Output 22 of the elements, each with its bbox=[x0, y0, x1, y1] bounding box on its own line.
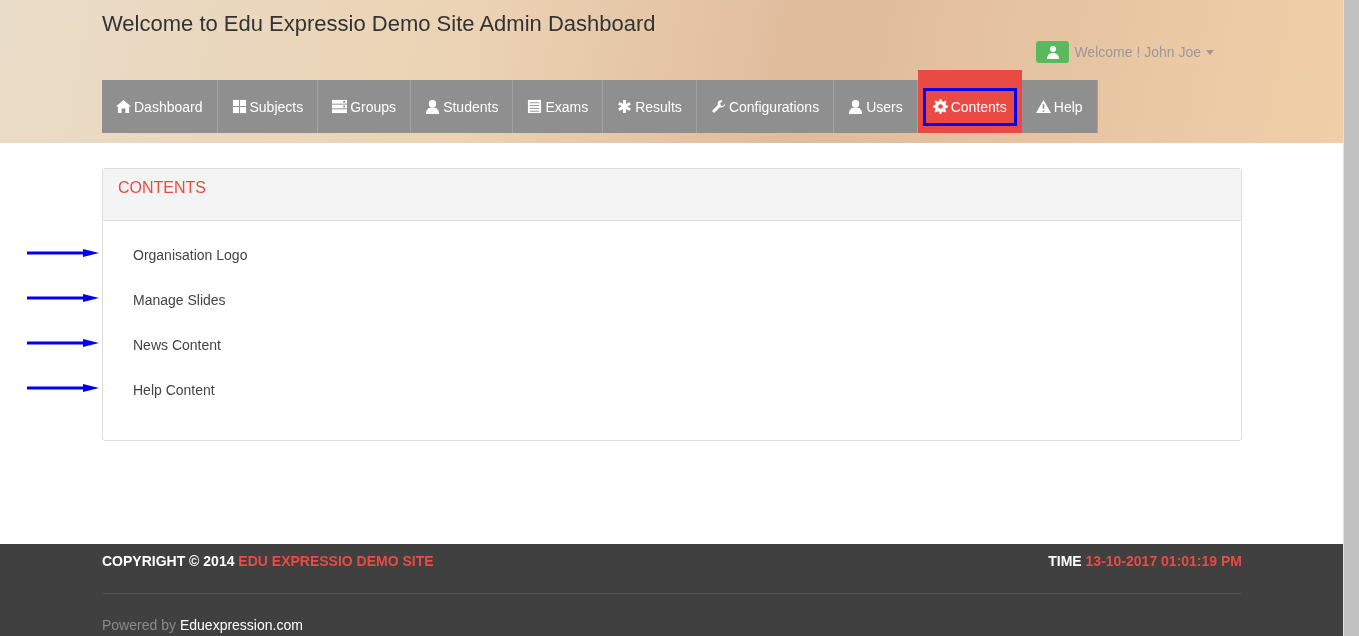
highlight-box: Contents bbox=[922, 87, 1017, 126]
time-text: TIME 13-10-2017 01:01:19 PM bbox=[1048, 553, 1242, 571]
nav-tab[interactable]: Help bbox=[1021, 80, 1098, 133]
nav-tab[interactable]: Results bbox=[603, 80, 697, 133]
nav-tab[interactable]: Dashboard bbox=[102, 80, 218, 133]
content-link[interactable]: Manage Slides bbox=[133, 292, 226, 308]
panel-title: CONTENTS bbox=[118, 178, 207, 197]
nav-tab[interactable]: Contents bbox=[917, 70, 1022, 133]
content-link[interactable]: Organisation Logo bbox=[133, 247, 248, 263]
user-menu[interactable]: Welcome ! John Joe bbox=[1036, 41, 1214, 63]
content-link[interactable]: News Content bbox=[133, 337, 221, 353]
nav-tab[interactable]: Users bbox=[834, 80, 918, 133]
nav-tab[interactable]: Students bbox=[411, 80, 514, 133]
page-title: Welcome to Edu Expressio Demo Site Admin Dashboard bbox=[102, 10, 656, 38]
nav-tab[interactable]: Subjects bbox=[217, 80, 319, 133]
content-link[interactable]: Help Content bbox=[133, 382, 215, 398]
copyright-text: COPYRIGHT © 2014 EDU EXPRESSIO DEMO SITE bbox=[102, 553, 434, 571]
powered-by-link[interactable]: Eduexpression.com bbox=[179, 617, 303, 633]
nav-tab[interactable]: Exams bbox=[513, 80, 604, 133]
nav-tab[interactable]: Groups bbox=[318, 80, 412, 133]
powered-by-text: Powered by bbox=[102, 617, 176, 633]
nav-tab[interactable]: Configurations bbox=[696, 80, 835, 133]
